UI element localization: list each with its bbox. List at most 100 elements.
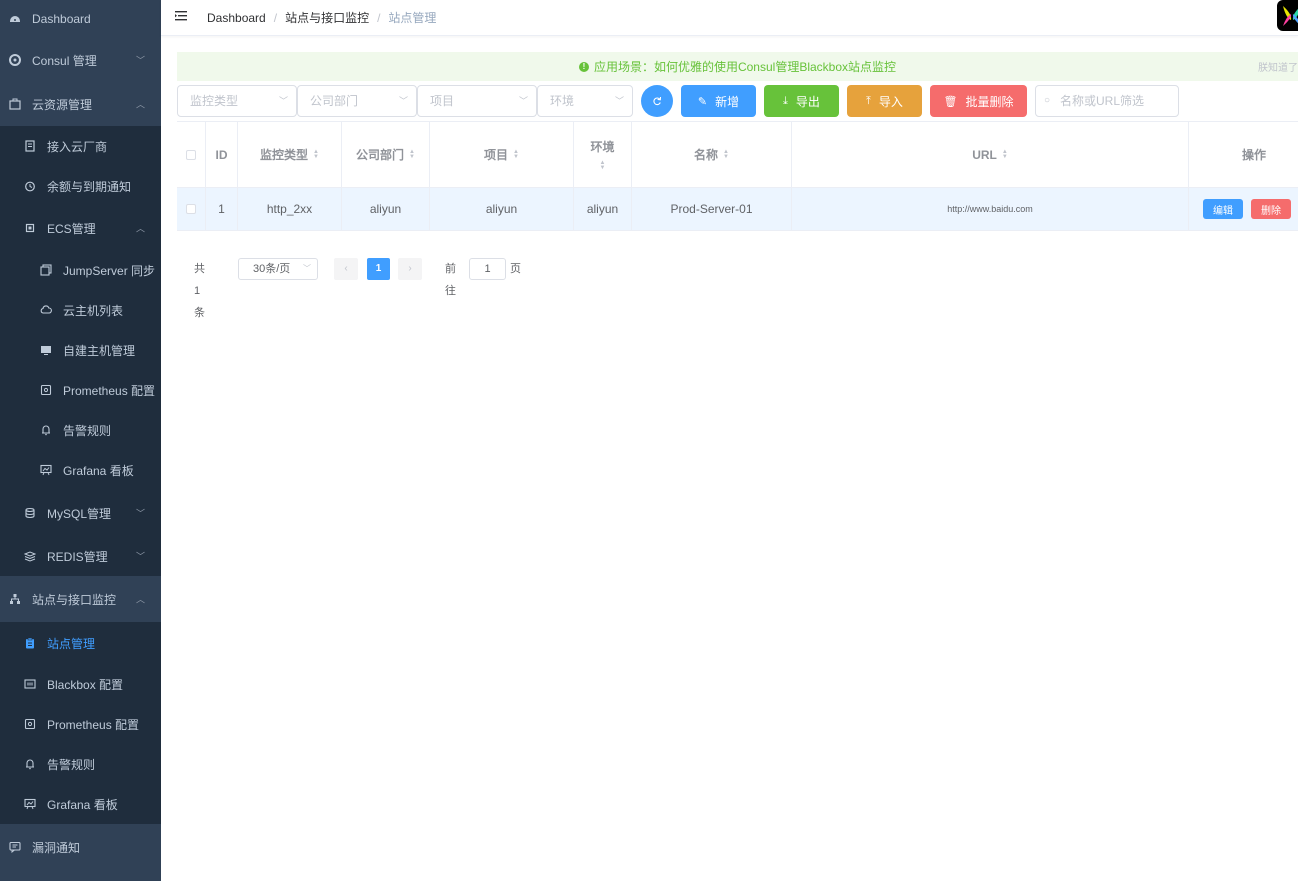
goto-page-input[interactable]: 1: [469, 258, 506, 280]
button-label: 导出: [795, 94, 820, 109]
sidebar-item-site-alert-rules[interactable]: 告警规则: [0, 744, 161, 784]
edit-button[interactable]: 编辑: [1203, 199, 1243, 219]
notice-close-text[interactable]: 朕知道了: [1258, 59, 1298, 74]
chevron-down-icon: ﹀: [518, 96, 528, 106]
sort-icon[interactable]: ▲ ▼: [313, 149, 319, 160]
chevron-up-icon: ︿: [135, 223, 145, 234]
sidebar-item-balance-notice[interactable]: 余额与到期通知: [0, 166, 161, 206]
batch-delete-button[interactable]: 🗑 批量删除: [930, 85, 1027, 117]
sidebar-item-ecs[interactable]: ECS管理 ︿: [0, 206, 161, 250]
sort-icon[interactable]: ▲ ▼: [600, 160, 606, 171]
sidebar-item-label: MySQL管理: [47, 506, 112, 521]
sidebar-item-cloud-vendors[interactable]: 接入云厂商: [0, 126, 161, 166]
sidebar-item-ecs-alert-rules[interactable]: 告警规则: [0, 410, 161, 450]
environment-select[interactable]: 环境 ﹀: [537, 85, 633, 117]
export-button[interactable]: ⤓ 导出: [764, 85, 839, 117]
page-size-select[interactable]: 30条/页 ﹀: [238, 258, 318, 280]
column-header-department[interactable]: 公司部门 ▲ ▼: [342, 122, 430, 187]
row-checkbox[interactable]: [186, 204, 196, 214]
sidebar-item-vuln-notice[interactable]: 漏洞通知: [0, 824, 161, 870]
next-page-button[interactable]: ›: [398, 258, 422, 280]
sidebar-item-self-hosts[interactable]: 自建主机管理: [0, 330, 161, 370]
sidebar-item-label: JumpServer 同步: [63, 263, 156, 278]
bell-icon: [40, 424, 52, 436]
sidebar-item-label: Consul 管理: [32, 53, 97, 68]
redis-icon: [24, 550, 36, 562]
clipboard-icon: [24, 637, 36, 649]
sidebar-item-label: 云资源管理: [32, 97, 93, 112]
download-icon: ⤓: [783, 94, 788, 107]
sidebar-item-label: 站点管理: [47, 636, 96, 651]
sidebar-item-label: 云主机列表: [63, 303, 124, 318]
sidebar-item-jumpserver[interactable]: JumpServer 同步: [0, 250, 161, 290]
select-placeholder: 监控类型: [190, 94, 239, 108]
sort-icon[interactable]: ▲ ▼: [723, 149, 729, 160]
sidebar-item-label: Grafana 看板: [47, 797, 118, 812]
sort-icon[interactable]: ▲ ▼: [409, 149, 415, 160]
sidebar-item-cloud-hosts[interactable]: 云主机列表: [0, 290, 161, 330]
notice-link[interactable]: 应用场景：如何优雅的使用Consul管理Blackbox站点监控: [594, 58, 896, 75]
monitor-type-select[interactable]: 监控类型 ﹀: [177, 85, 297, 117]
hamburger-menu-icon[interactable]: [174, 8, 190, 24]
sidebar-item-label: 接入云厂商: [47, 139, 108, 154]
cloud-icon: [40, 304, 52, 316]
sidebar-item-site-monitor[interactable]: 站点与接口监控 ︿: [0, 576, 161, 622]
sitemap-icon: [9, 593, 21, 605]
sidebar-item-site-prometheus[interactable]: Prometheus 配置: [0, 704, 161, 744]
column-header-project[interactable]: 项目 ▲ ▼: [430, 122, 574, 187]
avatar[interactable]: [1277, 0, 1298, 31]
search-placeholder: 名称或URL筛选: [1060, 94, 1145, 108]
page-number-current[interactable]: 1: [367, 258, 390, 280]
button-label: 新增: [715, 94, 740, 109]
sidebar-item-ecs-grafana[interactable]: Grafana 看板: [0, 450, 161, 490]
chevron-down-icon: ﹀: [135, 551, 145, 562]
sidebar-item-consul[interactable]: Consul 管理 ﹀: [0, 38, 161, 82]
cell-environment: aliyun: [574, 188, 632, 230]
sidebar-item-blackbox[interactable]: Blackbox 配置: [0, 664, 161, 704]
page-suffix: 页: [510, 263, 521, 275]
breadcrumb-item-dashboard[interactable]: Dashboard: [207, 11, 266, 25]
sidebar-item-dashboard[interactable]: Dashboard: [0, 0, 161, 38]
column-header-environment[interactable]: 环境 ▲ ▼: [574, 122, 632, 187]
sidebar-item-cloud-resources[interactable]: 云资源管理 ︿: [0, 82, 161, 126]
sidebar-item-site-grafana[interactable]: Grafana 看板: [0, 784, 161, 824]
sort-icon[interactable]: ▲ ▼: [1002, 149, 1008, 160]
sidebar-item-ecs-prometheus[interactable]: Prometheus 配置: [0, 370, 161, 410]
sort-icon[interactable]: ▲ ▼: [513, 149, 519, 160]
search-input[interactable]: ○ 名称或URL筛选: [1035, 85, 1179, 117]
table-row[interactable]: 1 http_2xx aliyun aliyun aliyun Prod-Ser…: [177, 188, 1298, 231]
sidebar-item-mysql[interactable]: MySQL管理 ﹀: [0, 490, 161, 536]
prev-page-button[interactable]: ‹: [334, 258, 358, 280]
refresh-button[interactable]: [641, 85, 673, 117]
briefcase-icon: [9, 98, 21, 110]
import-button[interactable]: ⤒ 导入: [847, 85, 922, 117]
column-header-url[interactable]: URL ▲ ▼: [792, 122, 1189, 187]
goto-label: 前往: [445, 263, 456, 297]
breadcrumb: Dashboard / 站点与接口监控 / 站点管理: [207, 9, 436, 26]
upload-icon: ⤒: [866, 94, 871, 107]
chevron-down-icon: ﹀: [614, 96, 624, 106]
project-select[interactable]: 项目 ﹀: [417, 85, 537, 117]
cell-url[interactable]: http://www.baidu.com: [792, 188, 1189, 230]
breadcrumb-item-site-monitor[interactable]: 站点与接口监控: [285, 11, 369, 25]
department-select[interactable]: 公司部门 ﹀: [297, 85, 417, 117]
select-placeholder: 公司部门: [310, 94, 359, 108]
delete-button[interactable]: 删除: [1251, 199, 1291, 219]
sidebar-item-label: ECS管理: [47, 221, 96, 236]
monitor-icon: [40, 344, 52, 356]
pagination-total: 共 1 条: [194, 263, 205, 319]
sidebar-item-redis[interactable]: REDIS管理 ﹀: [0, 536, 161, 576]
sidebar-item-label: Blackbox 配置: [47, 677, 124, 692]
column-title: URL: [972, 147, 997, 162]
sidebar-item-site-management[interactable]: 站点管理: [0, 622, 161, 664]
cell-name: Prod-Server-01: [632, 188, 792, 230]
refresh-icon: [653, 96, 662, 106]
select-all-checkbox[interactable]: [186, 149, 196, 160]
column-header-monitor-type[interactable]: 监控类型 ▲ ▼: [238, 122, 342, 187]
column-header-id: ID: [206, 122, 238, 187]
column-header-name[interactable]: 名称 ▲ ▼: [632, 122, 792, 187]
copy-icon: [40, 264, 52, 276]
add-button[interactable]: ✎ 新增: [681, 85, 756, 117]
search-icon: ○: [1044, 95, 1051, 106]
chevron-down-icon: ﹀: [398, 96, 408, 106]
